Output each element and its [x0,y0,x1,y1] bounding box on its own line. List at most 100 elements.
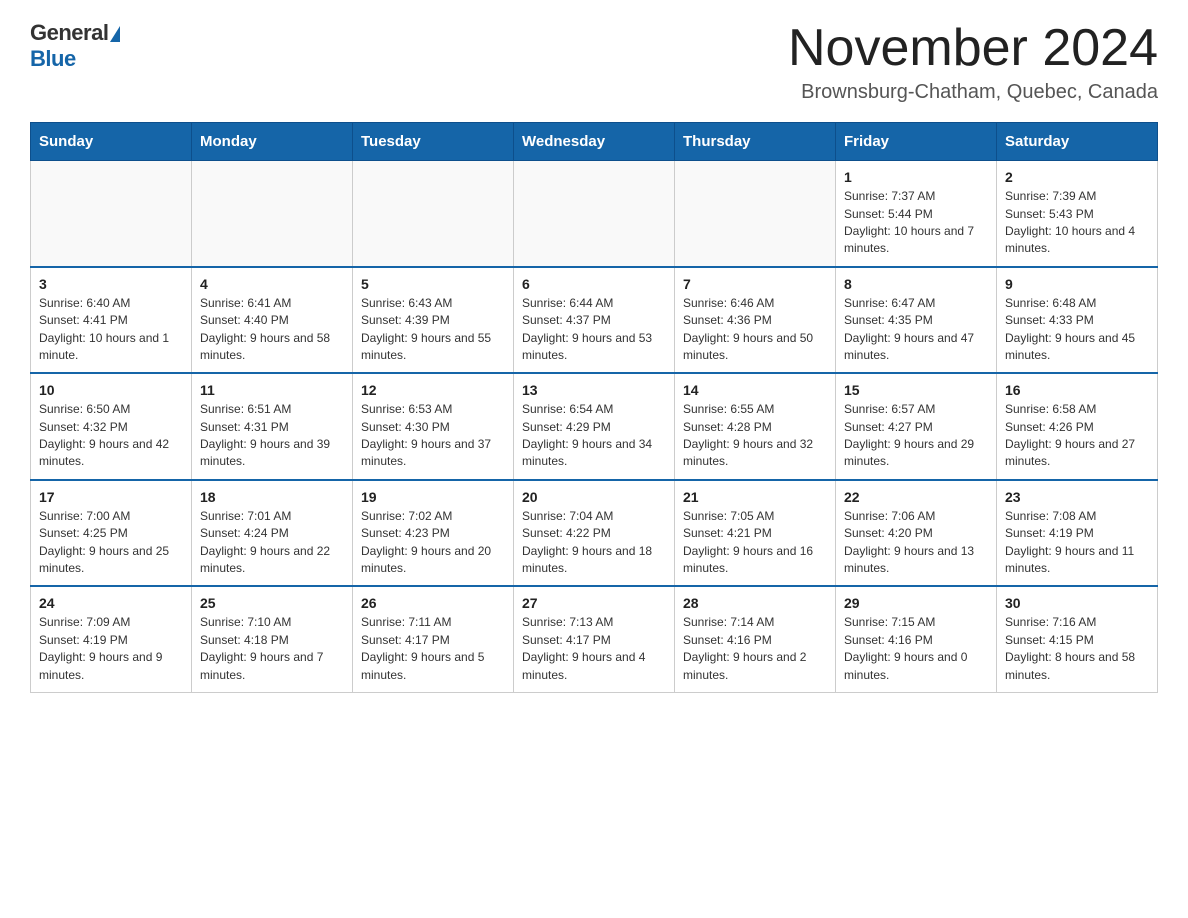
day-info: Sunrise: 7:02 AM Sunset: 4:23 PM Dayligh… [361,508,505,578]
calendar-week-2: 3Sunrise: 6:40 AM Sunset: 4:41 PM Daylig… [31,267,1158,374]
calendar-cell: 8 Sunrise: 6:47 AM Sunset: 4:35 PM Daylig… [836,267,997,374]
calendar-cell: 18Sunrise: 7:01 AM Sunset: 4:24 PM Dayli… [192,480,353,587]
calendar-week-3: 10 Sunrise: 6:50 AM Sunset: 4:32 PM Dayli… [31,373,1158,480]
calendar-cell: 2Sunrise: 7:39 AM Sunset: 5:43 PM Daylig… [997,161,1158,267]
day-number: 22 [844,489,988,505]
day-info: Sunrise: 6:47 AM Sunset: 4:35 PM Dayligh… [844,295,988,365]
day-number: 23 [1005,489,1149,505]
calendar-cell [514,161,675,267]
day-number: 14 [683,382,827,398]
day-number: 15 [844,382,988,398]
day-info: Sunrise: 7:06 AM Sunset: 4:20 PM Dayligh… [844,508,988,578]
logo: General Blue [30,20,120,72]
day-number: 3 [39,276,183,292]
weekday-header-monday: Monday [192,123,353,161]
calendar-cell: 1Sunrise: 7:37 AM Sunset: 5:44 PM Daylig… [836,161,997,267]
calendar-cell: 24 Sunrise: 7:09 AM Sunset: 4:19 PM Dayli… [31,586,192,692]
day-info: Sunrise: 6:50 AM Sunset: 4:32 PM Dayligh… [39,401,183,471]
calendar-cell: 13Sunrise: 6:54 AM Sunset: 4:29 PM Dayli… [514,373,675,480]
calendar-cell [31,161,192,267]
logo-blue-text: Blue [30,46,76,71]
day-number: 13 [522,382,666,398]
day-info: Sunrise: 7:37 AM Sunset: 5:44 PM Dayligh… [844,188,988,258]
day-number: 7 [683,276,827,292]
day-info: Sunrise: 7:16 AM Sunset: 4:15 PM Dayligh… [1005,614,1149,684]
day-info: Sunrise: 6:53 AM Sunset: 4:30 PM Dayligh… [361,401,505,471]
weekday-header-row: SundayMondayTuesdayWednesdayThursdayFrid… [31,123,1158,161]
day-info: Sunrise: 7:09 AM Sunset: 4:19 PM Dayligh… [39,614,183,684]
calendar-week-1: 1Sunrise: 7:37 AM Sunset: 5:44 PM Daylig… [31,161,1158,267]
weekday-header-sunday: Sunday [31,123,192,161]
calendar-week-5: 24 Sunrise: 7:09 AM Sunset: 4:19 PM Dayli… [31,586,1158,692]
calendar-cell [353,161,514,267]
logo-general-text: General [30,20,108,45]
weekday-header-saturday: Saturday [997,123,1158,161]
calendar-table: SundayMondayTuesdayWednesdayThursdayFrid… [30,122,1158,693]
day-number: 8 [844,276,988,292]
day-info: Sunrise: 7:00 AM Sunset: 4:25 PM Dayligh… [39,508,183,578]
calendar-cell: 29Sunrise: 7:15 AM Sunset: 4:16 PM Dayli… [836,586,997,692]
day-number: 4 [200,276,344,292]
calendar-cell: 11 Sunrise: 6:51 AM Sunset: 4:31 PM Dayli… [192,373,353,480]
calendar-subtitle: Brownsburg-Chatham, Quebec, Canada [788,81,1158,104]
calendar-header: SundayMondayTuesdayWednesdayThursdayFrid… [31,123,1158,161]
day-number: 24 [39,595,183,611]
calendar-cell: 6Sunrise: 6:44 AM Sunset: 4:37 PM Daylig… [514,267,675,374]
day-number: 2 [1005,169,1149,185]
day-info: Sunrise: 6:48 AM Sunset: 4:33 PM Dayligh… [1005,295,1149,365]
day-info: Sunrise: 6:51 AM Sunset: 4:31 PM Dayligh… [200,401,344,471]
day-info: Sunrise: 7:14 AM Sunset: 4:16 PM Dayligh… [683,614,827,684]
day-info: Sunrise: 6:57 AM Sunset: 4:27 PM Dayligh… [844,401,988,471]
logo-top-line: General [30,20,120,46]
day-number: 26 [361,595,505,611]
day-info: Sunrise: 6:55 AM Sunset: 4:28 PM Dayligh… [683,401,827,471]
calendar-cell: 7 Sunrise: 6:46 AM Sunset: 4:36 PM Daylig… [675,267,836,374]
day-info: Sunrise: 6:58 AM Sunset: 4:26 PM Dayligh… [1005,401,1149,471]
logo-triangle-icon [110,26,120,42]
day-number: 10 [39,382,183,398]
day-info: Sunrise: 6:43 AM Sunset: 4:39 PM Dayligh… [361,295,505,365]
day-info: Sunrise: 7:15 AM Sunset: 4:16 PM Dayligh… [844,614,988,684]
calendar-cell: 5 Sunrise: 6:43 AM Sunset: 4:39 PM Daylig… [353,267,514,374]
weekday-header-thursday: Thursday [675,123,836,161]
calendar-cell: 16 Sunrise: 6:58 AM Sunset: 4:26 PM Dayli… [997,373,1158,480]
calendar-cell: 22 Sunrise: 7:06 AM Sunset: 4:20 PM Dayli… [836,480,997,587]
day-number: 30 [1005,595,1149,611]
day-info: Sunrise: 7:04 AM Sunset: 4:22 PM Dayligh… [522,508,666,578]
day-number: 17 [39,489,183,505]
calendar-cell: 27Sunrise: 7:13 AM Sunset: 4:17 PM Dayli… [514,586,675,692]
calendar-cell: 28 Sunrise: 7:14 AM Sunset: 4:16 PM Dayli… [675,586,836,692]
calendar-cell: 9 Sunrise: 6:48 AM Sunset: 4:33 PM Daylig… [997,267,1158,374]
page-header: General Blue November 2024 Brownsburg-Ch… [30,20,1158,104]
day-number: 6 [522,276,666,292]
logo-bottom-line: Blue [30,46,76,72]
day-number: 28 [683,595,827,611]
day-number: 25 [200,595,344,611]
calendar-cell: 15 Sunrise: 6:57 AM Sunset: 4:27 PM Dayli… [836,373,997,480]
day-number: 9 [1005,276,1149,292]
day-number: 27 [522,595,666,611]
day-number: 11 [200,382,344,398]
day-info: Sunrise: 7:05 AM Sunset: 4:21 PM Dayligh… [683,508,827,578]
calendar-cell: 26Sunrise: 7:11 AM Sunset: 4:17 PM Dayli… [353,586,514,692]
calendar-cell: 17 Sunrise: 7:00 AM Sunset: 4:25 PM Dayli… [31,480,192,587]
day-info: Sunrise: 7:01 AM Sunset: 4:24 PM Dayligh… [200,508,344,578]
calendar-cell: 25 Sunrise: 7:10 AM Sunset: 4:18 PM Dayli… [192,586,353,692]
calendar-cell: 10 Sunrise: 6:50 AM Sunset: 4:32 PM Dayli… [31,373,192,480]
day-info: Sunrise: 6:41 AM Sunset: 4:40 PM Dayligh… [200,295,344,365]
day-info: Sunrise: 6:46 AM Sunset: 4:36 PM Dayligh… [683,295,827,365]
calendar-cell: 30 Sunrise: 7:16 AM Sunset: 4:15 PM Dayli… [997,586,1158,692]
calendar-cell [675,161,836,267]
day-info: Sunrise: 7:10 AM Sunset: 4:18 PM Dayligh… [200,614,344,684]
day-info: Sunrise: 7:08 AM Sunset: 4:19 PM Dayligh… [1005,508,1149,578]
weekday-header-friday: Friday [836,123,997,161]
day-number: 5 [361,276,505,292]
calendar-title: November 2024 [788,20,1158,77]
day-number: 16 [1005,382,1149,398]
calendar-cell: 21Sunrise: 7:05 AM Sunset: 4:21 PM Dayli… [675,480,836,587]
day-number: 12 [361,382,505,398]
weekday-header-wednesday: Wednesday [514,123,675,161]
calendar-cell: 23 Sunrise: 7:08 AM Sunset: 4:19 PM Dayli… [997,480,1158,587]
calendar-cell [192,161,353,267]
calendar-week-4: 17 Sunrise: 7:00 AM Sunset: 4:25 PM Dayli… [31,480,1158,587]
